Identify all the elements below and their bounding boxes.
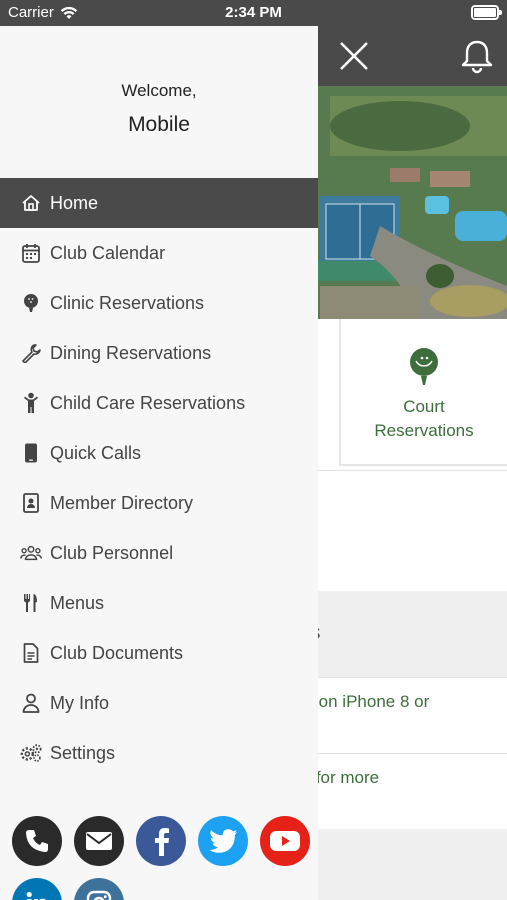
menu-item-my-info[interactable]: My Info: [0, 678, 318, 728]
phone-handset-icon: [26, 830, 48, 852]
menu-item-label: Member Directory: [50, 492, 194, 513]
tennis-icon: [410, 348, 438, 385]
calendar-icon: [20, 242, 42, 264]
instagram-icon: [86, 890, 112, 900]
instagram-social-button[interactable]: [74, 878, 124, 900]
home-icon: [20, 192, 42, 214]
youtube-icon: [270, 831, 300, 851]
menu-item-label: Club Calendar: [50, 242, 166, 263]
close-icon[interactable]: [336, 38, 372, 74]
child-icon: [20, 392, 42, 414]
status-bar: Carrier 2:34 PM: [0, 0, 507, 26]
side-drawer: Welcome, Mobile Home Club Calendar Clini…: [0, 26, 318, 900]
menu-item-club-personnel[interactable]: Club Personnel: [0, 528, 318, 578]
menu-item-home[interactable]: Home: [0, 178, 318, 228]
email-social-button[interactable]: [74, 816, 124, 866]
facebook-icon: [155, 828, 169, 856]
phone-social-button[interactable]: [12, 816, 62, 866]
menu-item-label: Dining Reservations: [50, 342, 212, 363]
menu-item-label: Quick Calls: [50, 442, 142, 463]
menu-item-label: Child Care Reservations: [50, 392, 246, 413]
menu-item-menus[interactable]: Menus: [0, 578, 318, 628]
facebook-social-button[interactable]: [136, 816, 186, 866]
youtube-social-button[interactable]: [260, 816, 310, 866]
menu-item-quick-calls[interactable]: Quick Calls: [0, 428, 318, 478]
twitter-social-button[interactable]: [198, 816, 248, 866]
user-icon: [20, 692, 42, 714]
court-reservations-tile[interactable]: Court Reservations: [339, 319, 507, 466]
menu-item-member-directory[interactable]: Member Directory: [0, 478, 318, 528]
menu-item-club-documents[interactable]: Club Documents: [0, 628, 318, 678]
drawer-header: Welcome, Mobile: [0, 26, 318, 178]
menu-item-label: Clinic Reservations: [50, 292, 205, 313]
envelope-icon: [86, 832, 112, 850]
wrench-icon: [20, 342, 42, 364]
linkedin-social-button[interactable]: [12, 878, 62, 900]
people-icon: [20, 542, 42, 564]
menu-item-club-calendar[interactable]: Club Calendar: [0, 228, 318, 278]
menu-item-settings[interactable]: Settings: [0, 728, 318, 778]
menu-item-label: Menus: [50, 592, 105, 613]
bell-icon[interactable]: [460, 38, 494, 74]
welcome-text: Welcome,: [121, 81, 197, 100]
menu-item-label: Club Personnel: [50, 542, 174, 563]
utensils-icon: [20, 592, 42, 614]
clock: 2:34 PM: [225, 4, 282, 21]
contact-book-icon: [20, 492, 42, 514]
twitter-icon: [209, 829, 237, 853]
menu-item-label: Club Documents: [50, 642, 184, 663]
menu-item-label: My Info: [50, 692, 110, 713]
menu-item-child-care-reservations[interactable]: Child Care Reservations: [0, 378, 318, 428]
social-links: [12, 816, 312, 900]
phone-icon: [20, 442, 42, 464]
drawer-menu: Home Club Calendar Clinic Reservations D…: [0, 178, 318, 778]
menu-item-label: Home: [50, 192, 99, 213]
gears-icon: [20, 742, 42, 764]
menu-item-label: Settings: [50, 742, 116, 763]
court-reservations-label: Court Reservations: [374, 397, 474, 440]
menu-item-clinic-reservations[interactable]: Clinic Reservations: [0, 278, 318, 328]
menu-item-dining-reservations[interactable]: Dining Reservations: [0, 328, 318, 378]
battery-icon: [471, 5, 502, 20]
username: Mobile: [128, 113, 190, 136]
document-icon: [20, 642, 42, 664]
golf-ball-icon: [20, 292, 42, 314]
linkedin-icon: [26, 891, 46, 900]
